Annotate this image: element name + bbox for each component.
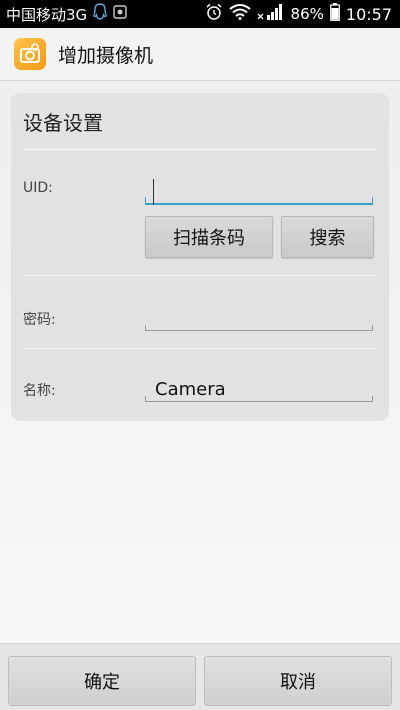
action-bar: 增加摄像机 <box>0 28 400 81</box>
alarm-icon <box>205 3 223 25</box>
uid-label: UID: <box>23 180 53 196</box>
search-button[interactable]: 搜索 <box>281 216 374 258</box>
battery-percent: 86% <box>290 5 324 23</box>
clock: 10:57 <box>345 4 392 24</box>
page-title: 增加摄像机 <box>58 44 154 67</box>
signal-icon <box>257 3 285 25</box>
section-title: 设备设置 <box>23 111 103 135</box>
password-label: 密码: <box>23 312 56 328</box>
carrier-label: 中国移动3G <box>6 5 88 24</box>
device-settings-card: 设备设置 UID: 扫描条码 搜索 密码: 名称: Camera <box>11 93 389 421</box>
divider <box>23 149 377 150</box>
cancel-button[interactable]: 取消 <box>204 656 392 706</box>
status-bar: 中国移动3G 86% 10:57 <box>0 0 400 28</box>
name-input[interactable]: Camera <box>145 378 373 402</box>
content-area: 设备设置 UID: 扫描条码 搜索 密码: 名称: Camera <box>0 81 400 643</box>
bottom-bar: 确定 取消 <box>0 643 400 710</box>
confirm-button[interactable]: 确定 <box>8 656 196 706</box>
divider <box>23 275 377 276</box>
password-input[interactable] <box>145 307 373 331</box>
qq-icon <box>93 3 107 25</box>
notification-icon <box>113 5 127 23</box>
text-cursor <box>153 179 154 205</box>
divider <box>23 348 377 349</box>
scan-barcode-button[interactable]: 扫描条码 <box>145 216 273 258</box>
wifi-icon <box>228 4 251 24</box>
battery-icon <box>329 3 340 25</box>
camera-app-icon[interactable] <box>14 38 46 70</box>
name-input-value: Camera <box>155 379 226 400</box>
uid-input[interactable] <box>145 179 373 205</box>
name-label: 名称: <box>23 383 56 399</box>
